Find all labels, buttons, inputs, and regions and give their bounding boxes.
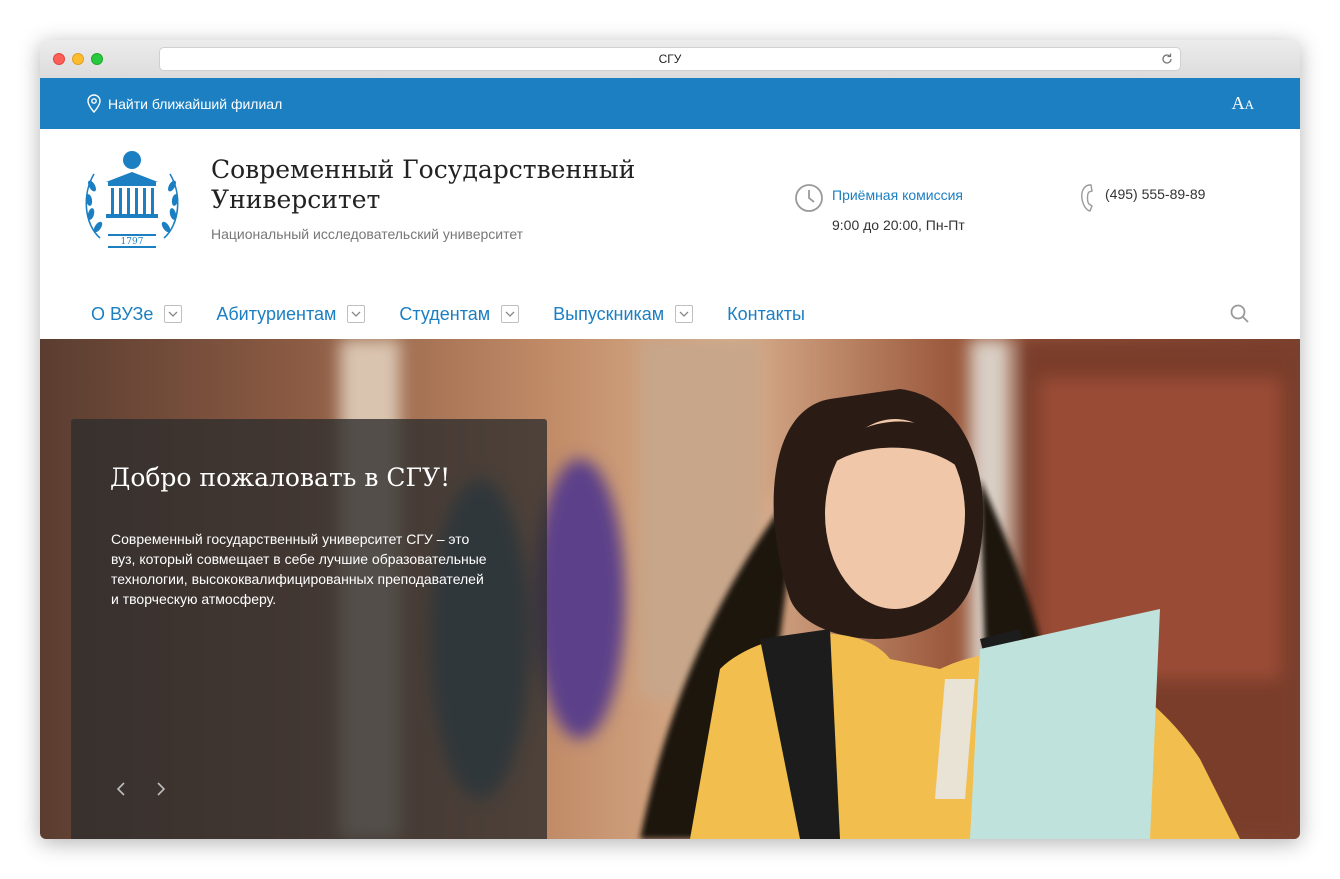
phone-icon: [1081, 184, 1093, 212]
chevron-right-icon[interactable]: [151, 779, 171, 799]
address-text: СГУ: [658, 52, 682, 66]
nav-item-applicants[interactable]: Абитуриентам: [216, 303, 366, 325]
location-pin-icon: [87, 94, 101, 114]
nav-item-label: Выпускникам: [553, 303, 665, 324]
clock-icon: [795, 184, 823, 212]
nav-item-students[interactable]: Студентам: [399, 303, 520, 325]
logo-year: 1797: [121, 237, 144, 247]
nav-item-label: Контакты: [727, 303, 805, 324]
dropdown-toggle[interactable]: [164, 305, 183, 323]
nav-item-label: О ВУЗе: [91, 303, 154, 324]
chevron-down-icon: [505, 311, 515, 317]
nav-item-label: Студентам: [399, 303, 491, 324]
welcome-title: Добро пожаловать в СГУ!: [110, 463, 451, 492]
university-subtitle: Национальный исследовательский университ…: [211, 226, 524, 242]
chevron-down-icon: [168, 311, 178, 317]
minimize-window-button[interactable]: [72, 53, 84, 65]
nav-item-contacts[interactable]: Контакты: [727, 304, 805, 325]
admission-office-link[interactable]: Приёмная комиссия: [832, 187, 963, 203]
dropdown-toggle[interactable]: [675, 305, 694, 323]
chevron-down-icon: [679, 311, 689, 317]
welcome-text: Современный государственный университет …: [111, 531, 487, 607]
nav-item-label: Абитуриентам: [216, 303, 337, 324]
main-navigation: О ВУЗе Абитуриентам Студентам Выпускника…: [91, 302, 839, 326]
close-window-button[interactable]: [53, 53, 65, 65]
admission-hours: 9:00 до 20:00, Пн-Пт: [832, 217, 965, 233]
chevron-left-icon[interactable]: [111, 779, 131, 799]
browser-window: СГУ Найти ближайший филиал AA 1797 Совре…: [40, 40, 1300, 839]
find-branch-label: Найти ближайший филиал: [108, 96, 283, 112]
find-branch-link[interactable]: Найти ближайший филиал: [86, 94, 282, 114]
address-bar[interactable]: СГУ: [160, 48, 1180, 70]
phone-number[interactable]: (495) 555-89-89: [1105, 186, 1205, 202]
browser-toolbar: СГУ: [40, 40, 1300, 79]
hero-banner: Добро пожаловать в СГУ! Современный госу…: [40, 339, 1300, 839]
search-icon[interactable]: [1230, 304, 1250, 324]
welcome-panel: Добро пожаловать в СГУ! Современный госу…: [71, 419, 547, 839]
reload-icon[interactable]: [1160, 52, 1174, 66]
university-name: Современный Государственный Университет: [211, 155, 681, 215]
dropdown-toggle[interactable]: [501, 305, 520, 323]
dropdown-toggle[interactable]: [347, 305, 366, 323]
nav-item-graduates[interactable]: Выпускникам: [553, 303, 694, 325]
font-size-big-letter: A: [1231, 93, 1245, 113]
chevron-down-icon: [351, 311, 361, 317]
nav-item-about[interactable]: О ВУЗе: [91, 303, 183, 325]
maximize-window-button[interactable]: [91, 53, 103, 65]
university-name-line2: Университет: [211, 185, 381, 214]
font-size-small-letter: A: [1244, 97, 1254, 112]
font-size-toggle[interactable]: AA: [1232, 93, 1254, 114]
university-logo[interactable]: 1797: [78, 146, 186, 254]
university-name-line1: Современный Государственный: [211, 155, 636, 184]
top-bar: Найти ближайший филиал AA: [40, 78, 1300, 129]
